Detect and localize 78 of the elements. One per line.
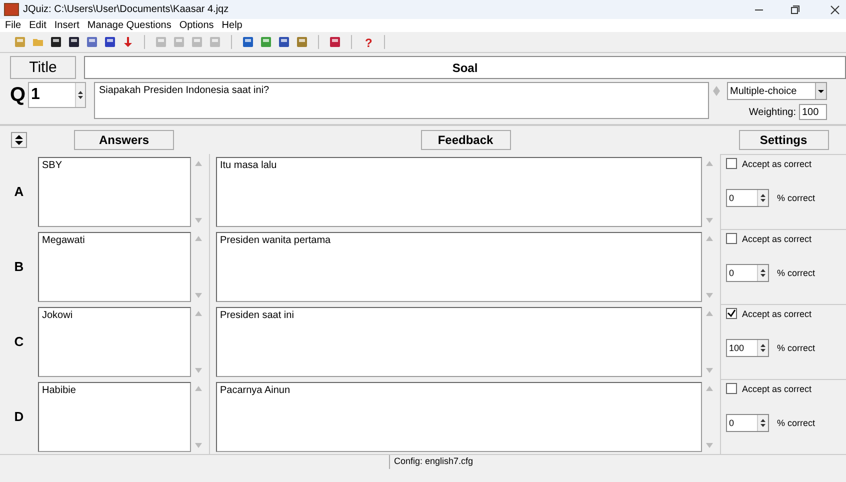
scroll-down-icon[interactable] — [706, 293, 712, 298]
status-text: Config: english7.cfg — [388, 455, 478, 469]
accept-checkbox[interactable] — [726, 308, 737, 319]
percent-spinner[interactable]: 0 — [726, 264, 769, 282]
scroll-up-icon[interactable] — [706, 311, 712, 316]
restore-icon[interactable] — [790, 4, 800, 14]
answer-field[interactable]: Jokowi — [38, 307, 191, 377]
scroll-down-icon[interactable] — [194, 443, 202, 448]
answer-field[interactable]: Habibie — [38, 382, 191, 452]
scroll-down-icon[interactable] — [706, 218, 712, 223]
feedback-field[interactable]: Itu masa lalu — [216, 157, 702, 227]
scroll-down-icon[interactable] — [712, 91, 720, 96]
percent-label: % correct — [777, 418, 816, 428]
percent-label: % correct — [777, 193, 816, 203]
answer-letter: A — [13, 183, 25, 201]
spin-arrows-icon[interactable] — [757, 190, 768, 206]
scroll-up-icon[interactable] — [194, 161, 202, 166]
feedback-field[interactable]: Presiden wanita pertama — [216, 232, 702, 302]
spin-arrows-icon[interactable] — [757, 265, 768, 281]
scroll-down-icon[interactable] — [706, 368, 712, 373]
scroll-down-icon[interactable] — [194, 218, 202, 223]
accept-checkbox[interactable] — [726, 383, 737, 394]
scroll-up-icon[interactable] — [706, 386, 712, 391]
window-title: JQuiz: C:\Users\User\Documents\Kaasar 4.jqz — [23, 4, 230, 15]
answer-field[interactable]: Megawati — [38, 232, 191, 302]
settings-header-button[interactable]: Settings — [738, 130, 828, 150]
answer-letter: C — [13, 333, 25, 351]
close-icon[interactable] — [830, 4, 840, 14]
title-field[interactable]: Soal — [84, 56, 846, 79]
question-number-spinner[interactable]: 1 — [28, 82, 86, 108]
percent-spinner[interactable]: 0 — [726, 189, 769, 207]
scroll-up-icon[interactable] — [194, 236, 202, 241]
answer-letter: D — [13, 408, 25, 426]
accept-label: Accept as correct — [742, 158, 812, 168]
question-text-field[interactable]: Siapakah Presiden Indonesia saat ini? — [94, 82, 709, 119]
dropdown-caret-icon[interactable] — [815, 83, 826, 99]
menu-item[interactable]: Help — [222, 20, 242, 31]
scroll-up-icon[interactable] — [706, 161, 712, 166]
accept-label: Accept as correct — [742, 384, 812, 394]
question-label: Q — [10, 83, 27, 108]
weighting-label: Weighting: — [748, 106, 796, 118]
menu-item[interactable]: Manage Questions — [87, 20, 172, 31]
scroll-up-icon[interactable] — [706, 236, 712, 241]
answers-header-button[interactable]: Answers — [74, 130, 174, 150]
scroll-down-icon[interactable] — [194, 368, 202, 373]
question-mark-icon[interactable]: ? — [362, 36, 374, 48]
question-type-dropdown[interactable]: Multiple-choice — [727, 82, 827, 100]
menu-item[interactable]: Options — [179, 20, 214, 31]
accept-label: Accept as correct — [742, 234, 812, 244]
accept-label: Accept as correct — [742, 308, 812, 318]
folder-icon[interactable] — [32, 36, 44, 48]
spin-arrows-icon[interactable] — [75, 83, 85, 107]
answer-field[interactable]: SBY — [38, 157, 191, 227]
accept-checkbox[interactable] — [726, 158, 737, 169]
up-down-arrows-icon[interactable] — [11, 132, 27, 148]
accept-checkbox[interactable] — [726, 233, 737, 244]
scroll-down-icon[interactable] — [194, 293, 202, 298]
feedback-field[interactable]: Presiden saat ini — [216, 307, 702, 377]
weighting-field[interactable]: 100 — [799, 104, 827, 120]
scroll-up-icon[interactable] — [194, 386, 202, 391]
menu-item[interactable]: Insert — [54, 20, 80, 31]
scroll-up-icon[interactable] — [712, 86, 720, 91]
scroll-down-icon[interactable] — [706, 443, 712, 448]
answer-letter: B — [13, 258, 25, 276]
percent-label: % correct — [777, 268, 816, 278]
percent-spinner[interactable]: 0 — [726, 414, 769, 432]
feedback-field[interactable]: Pacarnya Ainun — [216, 382, 702, 452]
title-button[interactable]: Title — [10, 56, 76, 79]
spin-arrows-icon[interactable] — [757, 415, 768, 431]
percent-spinner[interactable]: 100 — [726, 339, 769, 357]
app-icon — [4, 3, 19, 16]
spin-arrows-icon[interactable] — [757, 340, 768, 356]
percent-label: % correct — [777, 343, 816, 353]
menu-item[interactable]: Edit — [29, 20, 46, 31]
scroll-up-icon[interactable] — [194, 311, 202, 316]
feedback-header-button[interactable]: Feedback — [420, 130, 510, 150]
menu-item[interactable]: File — [5, 20, 22, 31]
down-arrow-icon[interactable] — [122, 36, 134, 48]
